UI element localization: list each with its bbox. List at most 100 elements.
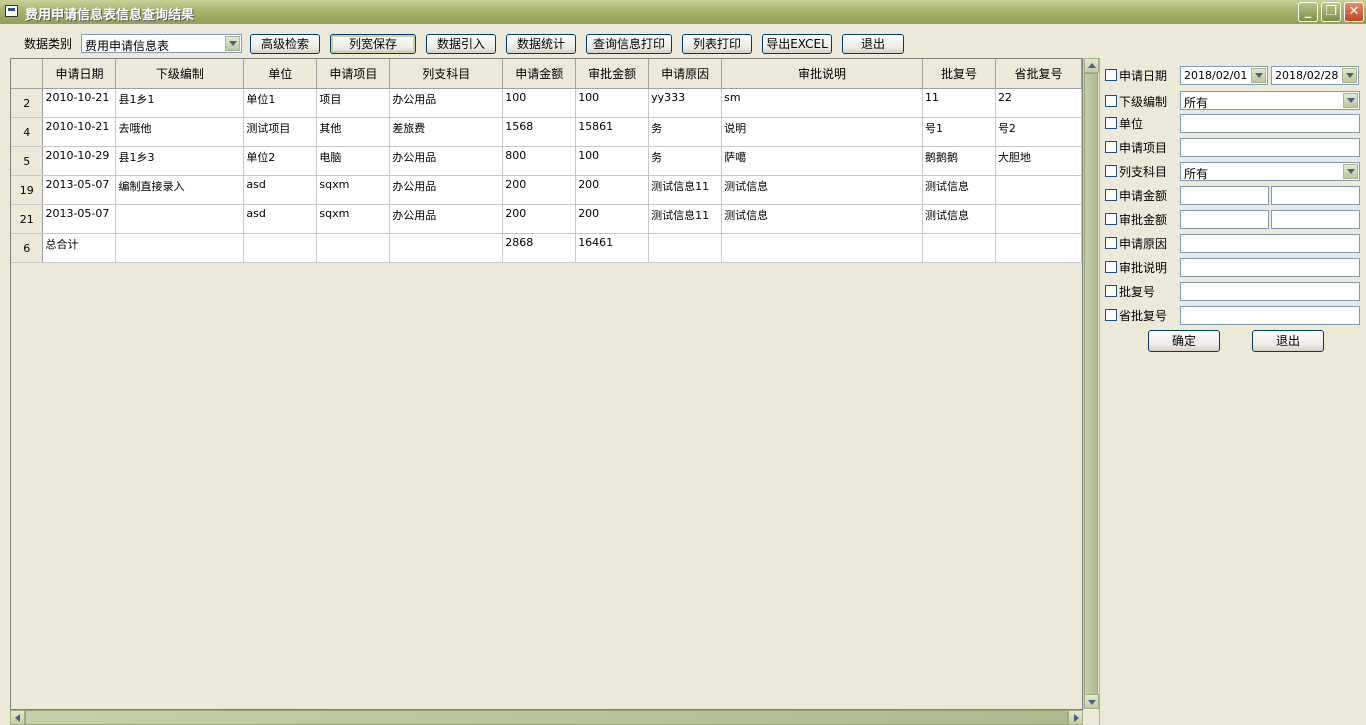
table-cell[interactable]: 测试信息11 bbox=[648, 204, 723, 234]
table-cell[interactable]: 办公用品 bbox=[389, 175, 504, 205]
horizontal-scrollbar[interactable] bbox=[10, 710, 1083, 725]
table-cell[interactable]: 测试项目 bbox=[243, 117, 318, 147]
panel-exit-button[interactable]: 退出 bbox=[1252, 330, 1324, 352]
apply-amount-min-input[interactable] bbox=[1180, 186, 1269, 205]
column-header[interactable]: 下级编制 bbox=[115, 59, 245, 89]
table-cell[interactable]: yy333 bbox=[648, 88, 723, 118]
reply-number-input[interactable] bbox=[1180, 282, 1360, 301]
data-statistics-button[interactable]: 数据统计 bbox=[506, 34, 576, 54]
apply-amount-checkbox[interactable] bbox=[1105, 189, 1117, 201]
sub-org-select[interactable]: 所有 bbox=[1180, 91, 1360, 110]
table-cell[interactable]: 200 bbox=[502, 175, 577, 205]
table-cell[interactable]: 其他 bbox=[316, 117, 391, 147]
table-cell[interactable]: 鹅鹅鹅 bbox=[922, 146, 996, 176]
scroll-down-icon[interactable] bbox=[1084, 694, 1099, 709]
table-cell[interactable]: 务 bbox=[648, 146, 723, 176]
table-cell[interactable] bbox=[316, 233, 391, 263]
corner-header[interactable] bbox=[11, 59, 44, 89]
vertical-scrollbar[interactable] bbox=[1083, 58, 1099, 710]
table-cell[interactable] bbox=[721, 233, 923, 263]
table-cell[interactable] bbox=[243, 233, 318, 263]
row-number[interactable]: 21 bbox=[11, 204, 44, 234]
table-cell[interactable]: 测试信息 bbox=[922, 204, 996, 234]
data-import-button[interactable]: 数据引入 bbox=[426, 34, 496, 54]
column-header[interactable]: 审批说明 bbox=[721, 59, 923, 89]
table-row[interactable]: 6 总合计 2868 16461 bbox=[11, 233, 1082, 263]
confirm-button[interactable]: 确定 bbox=[1148, 330, 1220, 352]
approved-amount-checkbox[interactable] bbox=[1105, 213, 1117, 225]
exit-button[interactable]: 退出 bbox=[842, 34, 904, 54]
table-cell[interactable]: 大胆地 bbox=[995, 146, 1082, 176]
table-cell[interactable]: asd bbox=[243, 175, 318, 205]
column-header[interactable]: 申请金额 bbox=[502, 59, 577, 89]
column-header[interactable]: 申请项目 bbox=[316, 59, 391, 89]
row-number[interactable]: 4 bbox=[11, 117, 44, 147]
column-header[interactable]: 单位 bbox=[243, 59, 318, 89]
table-cell[interactable]: 2010-10-29 bbox=[42, 146, 117, 176]
table-row[interactable]: 19 2013-05-07 编制直接录入 asd sqxm 办公用品 200 200 测试信息1… bbox=[11, 175, 1082, 205]
table-cell[interactable]: 办公用品 bbox=[389, 88, 504, 118]
table-row[interactable]: 2 2010-10-21 县1乡1 单位1 项目 办公用品 100 100 yy333 sm 11 2… bbox=[11, 88, 1082, 118]
advanced-search-button[interactable]: 高级检索 bbox=[250, 34, 320, 54]
apply-date-checkbox[interactable] bbox=[1105, 69, 1117, 81]
table-cell[interactable]: 号2 bbox=[995, 117, 1082, 147]
restore-button[interactable]: ❐ bbox=[1321, 2, 1341, 22]
table-cell[interactable]: 说明 bbox=[721, 117, 923, 147]
scroll-left-icon[interactable] bbox=[10, 710, 25, 725]
table-cell[interactable]: 100 bbox=[502, 88, 577, 118]
table-cell[interactable]: 2010-10-21 bbox=[42, 117, 117, 147]
expense-account-checkbox[interactable] bbox=[1105, 165, 1117, 177]
apply-reason-input[interactable] bbox=[1180, 234, 1360, 253]
column-header[interactable]: 申请原因 bbox=[648, 59, 723, 89]
table-cell[interactable]: 16461 bbox=[575, 233, 650, 263]
table-cell[interactable]: 单位1 bbox=[243, 88, 318, 118]
table-cell[interactable]: 测试信息 bbox=[922, 175, 996, 205]
table-cell[interactable]: 2868 bbox=[502, 233, 577, 263]
chevron-down-icon[interactable] bbox=[1342, 68, 1357, 83]
expense-account-select[interactable]: 所有 bbox=[1180, 162, 1360, 181]
date-from-picker[interactable]: 2018/02/01 bbox=[1180, 66, 1268, 85]
chevron-down-icon[interactable] bbox=[1343, 93, 1358, 108]
unit-checkbox[interactable] bbox=[1105, 117, 1117, 129]
column-header[interactable]: 省批复号 bbox=[995, 59, 1082, 89]
scroll-right-icon[interactable] bbox=[1068, 710, 1083, 725]
project-input[interactable] bbox=[1180, 138, 1360, 157]
project-checkbox[interactable] bbox=[1105, 141, 1117, 153]
export-excel-button[interactable]: 导出EXCEL bbox=[762, 34, 832, 54]
approval-note-input[interactable] bbox=[1180, 258, 1360, 277]
table-cell[interactable]: 测试信息11 bbox=[648, 175, 723, 205]
table-cell[interactable]: sqxm bbox=[316, 175, 391, 205]
sub-org-checkbox[interactable] bbox=[1105, 95, 1117, 107]
apply-reason-checkbox[interactable] bbox=[1105, 237, 1117, 249]
table-cell[interactable]: 测试信息 bbox=[721, 204, 923, 234]
province-reply-number-input[interactable] bbox=[1180, 306, 1360, 325]
table-row[interactable]: 5 2010-10-29 县1乡3 单位2 电脑 办公用品 800 100 务萨噶 鹅鹅鹅 大胆地 bbox=[11, 146, 1082, 176]
vertical-scroll-thumb[interactable] bbox=[1084, 73, 1098, 695]
table-cell[interactable] bbox=[922, 233, 996, 263]
column-header[interactable]: 批复号 bbox=[922, 59, 996, 89]
date-to-picker[interactable]: 2018/02/28 bbox=[1271, 66, 1359, 85]
table-cell[interactable]: 100 bbox=[575, 146, 650, 176]
print-list-button[interactable]: 列表打印 bbox=[682, 34, 752, 54]
data-type-select[interactable]: 费用申请信息表 bbox=[81, 34, 242, 53]
table-cell[interactable]: 项目 bbox=[316, 88, 391, 118]
close-button[interactable]: ✕ bbox=[1344, 2, 1364, 22]
province-reply-number-checkbox[interactable] bbox=[1105, 309, 1117, 321]
table-cell[interactable]: 编制直接录入 bbox=[115, 175, 245, 205]
table-cell[interactable]: sm bbox=[721, 88, 923, 118]
minimize-button[interactable]: _ bbox=[1298, 2, 1318, 22]
table-cell[interactable] bbox=[995, 175, 1082, 205]
table-cell[interactable]: 2013-05-07 bbox=[42, 204, 117, 234]
table-cell[interactable]: 2013-05-07 bbox=[42, 175, 117, 205]
table-cell[interactable]: 县1乡1 bbox=[115, 88, 245, 118]
table-cell[interactable]: 100 bbox=[575, 88, 650, 118]
column-header[interactable]: 审批金额 bbox=[575, 59, 650, 89]
table-cell[interactable]: 电脑 bbox=[316, 146, 391, 176]
chevron-down-icon[interactable] bbox=[225, 36, 240, 51]
results-grid[interactable]: 申请日期 下级编制 单位 申请项目 列支科目 申请金额 审批金额 申请原因 审批… bbox=[10, 58, 1083, 710]
table-cell[interactable]: 200 bbox=[502, 204, 577, 234]
table-cell[interactable]: 11 bbox=[922, 88, 996, 118]
column-header[interactable]: 申请日期 bbox=[42, 59, 117, 89]
table-cell[interactable]: 200 bbox=[575, 175, 650, 205]
row-number[interactable]: 2 bbox=[11, 88, 44, 118]
